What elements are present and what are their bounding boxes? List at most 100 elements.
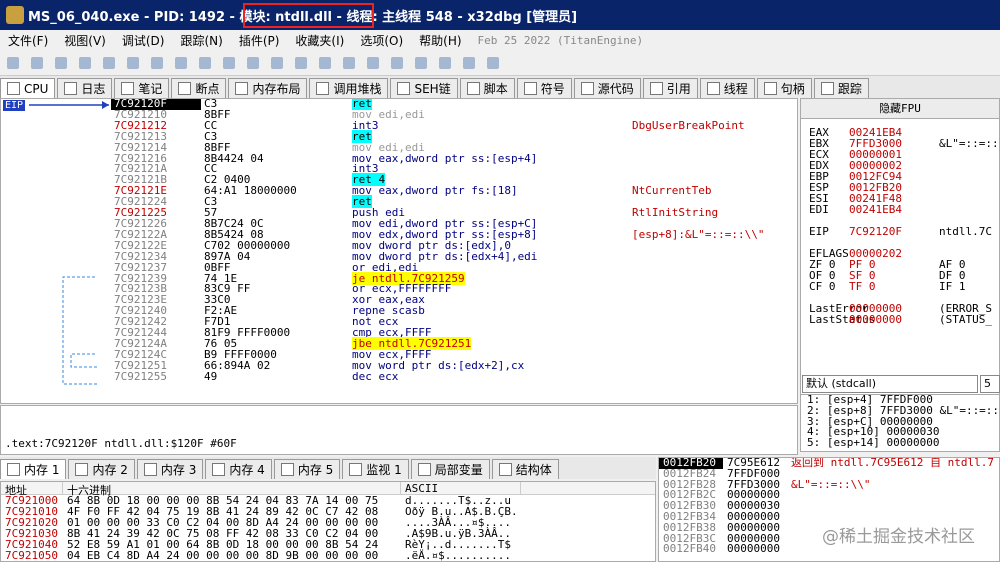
disasm-bytes: 66:894A 02 (204, 358, 271, 372)
dump-addr: 7C921050 (5, 549, 58, 562)
tab-8[interactable]: 符号 (516, 78, 572, 98)
bottom-tab-5[interactable]: 监视 1 (342, 459, 409, 479)
bottom-tab-1[interactable]: 内存 2 (68, 459, 135, 479)
bottom-tab-0[interactable]: 内存 1 (0, 459, 67, 479)
toolbar (0, 50, 1000, 76)
register-row[interactable]: LastStatus00000000 (STATUS_ (801, 314, 999, 325)
instr-text: mov eax,dword ptr ss:[esp+4] (352, 151, 538, 165)
tab-5[interactable]: 调用堆栈 (309, 78, 389, 98)
calling-convention-select[interactable]: 默认 (stdcall) (802, 375, 978, 393)
comment-icon[interactable] (292, 54, 310, 72)
tab-11[interactable]: 线程 (699, 78, 755, 98)
menu-item-4[interactable]: 插件(P) (231, 32, 288, 49)
tab-12[interactable]: 句柄 (756, 78, 812, 98)
tab-icon (498, 463, 512, 476)
patch-icon[interactable] (268, 54, 286, 72)
arg-count-spinner[interactable]: 5 (980, 375, 1000, 393)
disasm-comment: RtlInitString (632, 206, 719, 220)
trace-into-icon[interactable] (172, 54, 190, 72)
instr-text: mov eax,dword ptr fs:[18] (352, 184, 518, 198)
tab-icon (75, 463, 89, 476)
tab-6[interactable]: SEH链 (390, 78, 458, 98)
bottom-tabs: 内存 1 内存 2 内存 3 内存 4 内存 5 监视 1 局部变量 结构体 (0, 457, 656, 479)
stack-args-panel: 1: [esp+4] 7FFDF000 2: [esp+8] 7FFD3000 &… (800, 394, 1000, 452)
tab-3[interactable]: 断点 (171, 78, 227, 98)
disasm-instr: dec ecx (349, 371, 629, 383)
bottom-tab-7[interactable]: 结构体 (491, 459, 559, 479)
script-icon[interactable] (460, 54, 478, 72)
memory-dump[interactable]: 地址 十六进制 ASCII 7C921000 64 8B 0D 18 00 00 … (0, 481, 656, 562)
dump-ascii: .ëÄ.¤$.......... (405, 549, 511, 562)
tab-label: 内存 1 (24, 463, 60, 477)
restart-icon[interactable] (28, 54, 46, 72)
step-over-icon[interactable] (148, 54, 166, 72)
bottom-tab-6[interactable]: 局部变量 (410, 459, 490, 479)
close-icon[interactable] (52, 54, 70, 72)
tab-icon (178, 82, 192, 95)
tab-icon (706, 82, 720, 95)
disasm-comment: NtCurrentTeb (632, 184, 712, 198)
disasm-addr: 7C921255 (114, 369, 167, 383)
function-icon[interactable] (364, 54, 382, 72)
tab-label: 内存 4 (229, 463, 265, 477)
menu-item-1[interactable]: 视图(V) (56, 32, 114, 49)
exec-till-return-icon[interactable] (220, 54, 238, 72)
bottom-tab-2[interactable]: 内存 3 (136, 459, 204, 479)
bottom-tab-4[interactable]: 内存 5 (273, 459, 341, 479)
disasm-row[interactable]: 7C921255 49 dec ecx (111, 369, 764, 383)
arg-row-5: 5: [esp+14] 00000000 (807, 436, 940, 450)
disassembly-view[interactable]: EIP 7C92120F C3 ret 7C921210 8BFF mov edi,edi… (0, 98, 798, 404)
tab-9[interactable]: 源代码 (573, 78, 641, 98)
register-row[interactable]: CF 0 TF 0 IF 1 (801, 281, 999, 292)
trace-over-icon[interactable] (196, 54, 214, 72)
calculator-icon[interactable] (484, 54, 502, 72)
font-icon[interactable] (412, 54, 430, 72)
label-icon[interactable] (316, 54, 334, 72)
menu-item-5[interactable]: 收藏夹(I) (287, 32, 352, 49)
dump-header-hex: 十六进制 (63, 482, 401, 497)
stack-top-comment: 返回到 ntdll.7C95E612 自 ntdll.7 (791, 457, 994, 469)
disasm-instr: mov eax,dword ptr ss:[esp+4] (349, 151, 629, 165)
reg-comment: IF 1 (939, 280, 966, 293)
run-to-user-icon[interactable] (244, 54, 262, 72)
tab-label: 符号 (540, 82, 565, 96)
register-row[interactable]: EDI 00241EB4 (801, 204, 999, 215)
tab-icon (349, 463, 363, 476)
tab-10[interactable]: 引用 (642, 78, 698, 98)
menu-item-3[interactable]: 跟踪(N) (172, 32, 230, 49)
dump-row[interactable]: 7C921050 04 EB C4 8D A4 24 00 00 00 00 8D… (1, 550, 655, 561)
title-bar: MS_06_040.exe - PID: 1492 - 模块: ntdll.dl… (0, 0, 1000, 30)
tab-icon (7, 82, 20, 95)
tab-label: 源代码 (597, 82, 634, 96)
pause-icon[interactable] (100, 54, 118, 72)
bookmark-icon[interactable] (340, 54, 358, 72)
register-row[interactable]: EIP 7C92120F ntdll.7C (801, 226, 999, 237)
tab-0[interactable]: CPU (0, 78, 56, 98)
stack-comment (787, 544, 791, 555)
bottom-tab-3[interactable]: 内存 4 (205, 459, 272, 479)
step-into-icon[interactable] (124, 54, 142, 72)
info-text: .text:7C92120F ntdll.dll:$120F #60F (5, 437, 237, 450)
open-icon[interactable] (4, 54, 22, 72)
menu-item-0[interactable]: 文件(F) (0, 32, 56, 49)
disasm-table: 7C92120F C3 ret 7C921210 8BFF mov edi,edi 7C92… (111, 99, 764, 383)
hash-icon[interactable] (388, 54, 406, 72)
menu-item-6[interactable]: 选项(O) (352, 32, 411, 49)
stack-comment (787, 523, 791, 534)
hide-fpu-button[interactable]: 隐藏FPU (801, 99, 999, 119)
disasm-comment (629, 252, 764, 263)
tab-7[interactable]: 脚本 (459, 78, 515, 98)
tab-icon (523, 82, 537, 95)
tab-icon (820, 82, 834, 95)
menu-item-7[interactable]: 帮助(H) (411, 32, 469, 49)
disasm-bytes: C3 (204, 195, 218, 209)
run-icon[interactable] (76, 54, 94, 72)
tab-13[interactable]: 跟踪 (813, 78, 869, 98)
tab-4[interactable]: 内存布局 (228, 78, 308, 98)
text-icon[interactable] (436, 54, 454, 72)
reg-name: EDI (809, 203, 829, 216)
tab-2[interactable]: 笔记 (114, 78, 170, 98)
menu-item-2[interactable]: 调试(D) (114, 32, 173, 49)
stack-comment (787, 490, 791, 501)
tab-1[interactable]: 日志 (57, 78, 113, 98)
